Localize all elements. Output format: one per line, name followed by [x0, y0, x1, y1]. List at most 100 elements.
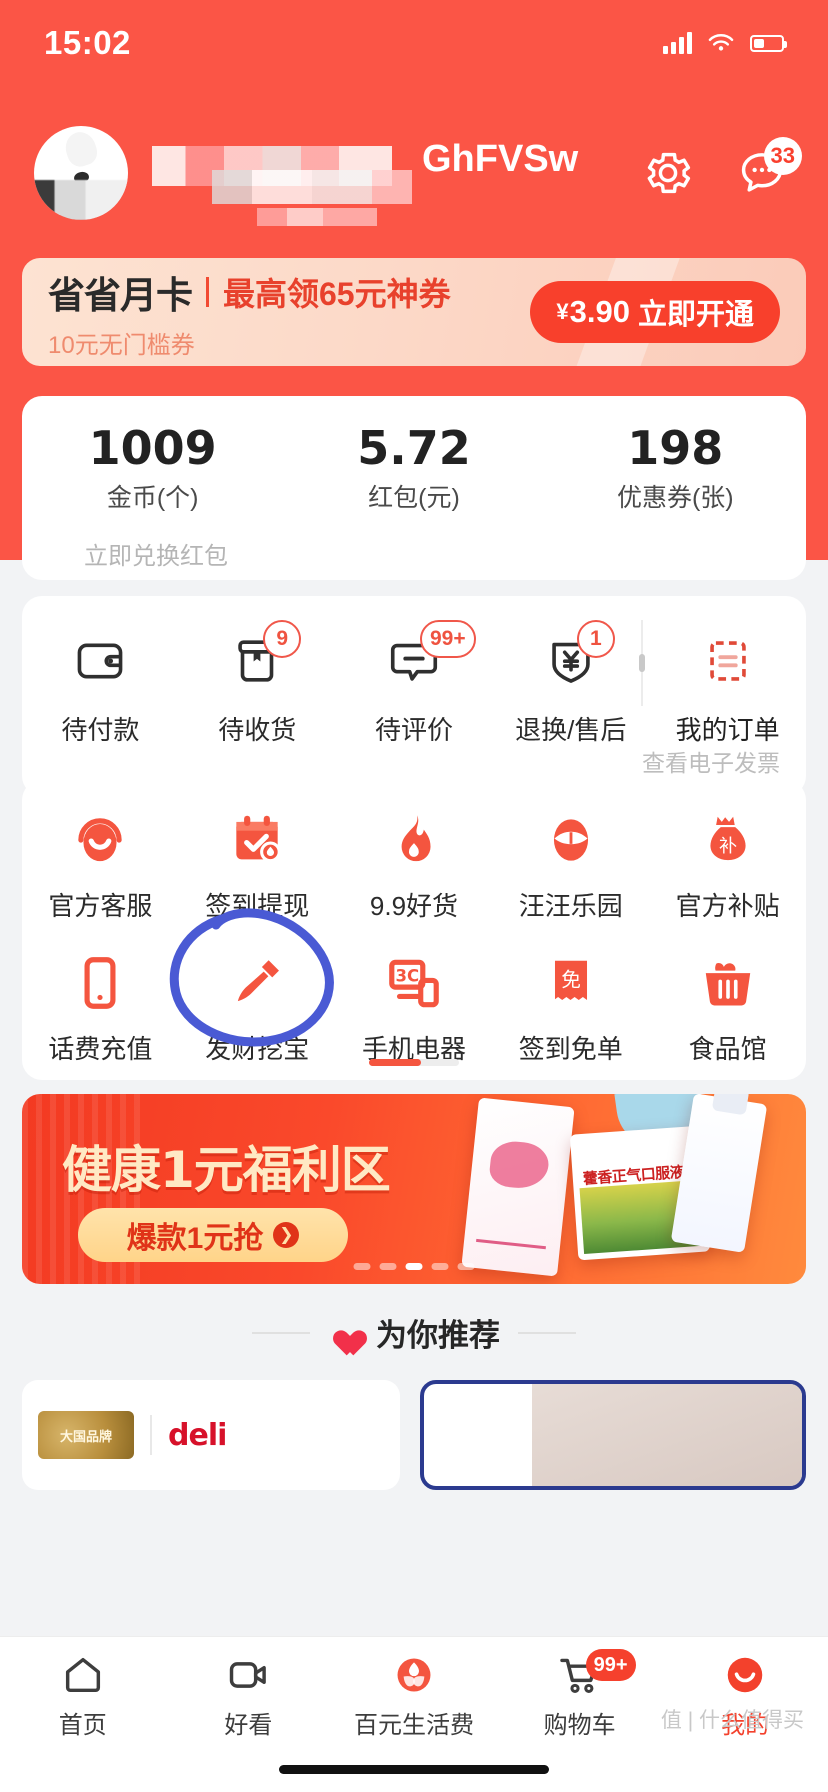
nickname-area[interactable]: GhFVSw	[152, 126, 642, 226]
order-label: 待收货	[218, 715, 297, 745]
service-item-signin-free-order[interactable]: 免 签到免单	[492, 947, 649, 1066]
service-label: 9.9好货	[369, 891, 459, 921]
month-card-banner[interactable]: 省省月卡 最高领65元神券 10元无门槛券 ¥3.90 立即开通	[22, 258, 806, 366]
phone-icon	[69, 947, 131, 1019]
service-item-signin-withdraw[interactable]: 签到提现	[179, 804, 336, 923]
brand-badge: 大国品牌	[38, 1411, 134, 1459]
home-icon	[65, 1657, 100, 1693]
chat-bubble-icon[interactable]: 33	[736, 137, 802, 199]
asset-label: 优惠券(张)	[616, 484, 734, 513]
order-label: 我的订单	[675, 715, 780, 745]
service-item-phone-recharge[interactable]: 话费充值	[22, 947, 179, 1066]
asset-item-coins[interactable]: 1009 金币(个)	[22, 424, 283, 514]
service-item-treasure-dig[interactable]: 发财挖宝	[179, 947, 336, 1066]
battery-icon	[750, 34, 787, 52]
asset-value: 5.72	[357, 421, 471, 475]
order-badge: 99+	[419, 620, 476, 658]
home-indicator	[279, 1765, 549, 1774]
brand-name: deli	[168, 1417, 227, 1453]
tab-cart[interactable]: 99+ 购物车	[497, 1637, 663, 1755]
promo-banner[interactable]: 藿香正气口服液 健康1元福利区 爆款1元抢 ❯	[22, 1094, 806, 1284]
order-item-unpaid[interactable]: 待付款	[22, 628, 179, 747]
service-label: 食品馆	[688, 1034, 767, 1064]
exchange-redpacket-link[interactable]: 立即兑换红包	[84, 536, 228, 571]
recommend-section-header: 为你推荐	[0, 1310, 828, 1355]
service-item-wangwang-park[interactable]: 汪汪乐园	[492, 804, 649, 923]
brand-badge-label: 大国品牌	[59, 1428, 112, 1444]
header-actions: 33	[642, 137, 802, 199]
flame-icon	[383, 804, 445, 876]
app-screen: 15:02 GhFVSw 33 省省月卡 最高领65元神券 10元无门槛券 ¥ …	[0, 0, 828, 1792]
tab-home[interactable]: 首页	[0, 1637, 166, 1755]
month-card-open-button[interactable]: ¥3.90 立即开通	[530, 281, 780, 343]
product-card-left[interactable]: 大国品牌 deli	[22, 1380, 400, 1490]
svg-text:3C: 3C	[395, 966, 419, 985]
assets-card: 1009 金币(个) 5.72 红包(元) 198 优惠券(张) 立即兑换红包	[22, 396, 806, 580]
order-badge: 9	[263, 620, 302, 658]
order-list-icon	[699, 628, 757, 694]
profile-header[interactable]: GhFVSw 33	[0, 118, 828, 228]
order-label: 待付款	[61, 715, 140, 745]
asset-value: 198	[627, 421, 724, 475]
e-invoice-link[interactable]: 查看电子发票	[642, 744, 780, 778]
tab-video[interactable]: 好看	[166, 1637, 332, 1755]
nickname-text: GhFVSw	[422, 138, 579, 180]
assets-row: 1009 金币(个) 5.72 红包(元) 198 优惠券(张)	[22, 396, 806, 514]
order-item-to-review[interactable]: 99+ 待评价	[336, 620, 493, 747]
flower-coin-icon	[397, 1658, 431, 1692]
order-label: 退换/售后	[515, 715, 627, 745]
tab-label: 首页	[58, 1712, 107, 1739]
service-item-food-hall[interactable]: 食品馆	[649, 947, 806, 1066]
order-item-after-sales[interactable]: 1 退换/售后	[492, 620, 649, 747]
asset-item-redpacket[interactable]: 5.72 红包(元)	[283, 424, 544, 514]
money-bag-icon: 补	[697, 804, 759, 876]
avatar[interactable]	[34, 126, 128, 220]
service-label: 发财挖宝	[205, 1034, 310, 1064]
services-row-2: 话费充值 发财挖宝 3C 手机电器 免 签到免单 食品馆	[22, 923, 806, 1066]
tab-label: 购物车	[543, 1712, 616, 1739]
service-item-phone-electronics[interactable]: 3C 手机电器	[336, 947, 493, 1066]
asset-label: 金币(个)	[106, 484, 199, 513]
service-item-official-subsidy[interactable]: 补 官方补贴	[649, 804, 806, 923]
service-item-99-deals[interactable]: 9.9好货	[336, 804, 493, 923]
orders-divider	[639, 620, 645, 706]
action-label: 立即开通	[637, 299, 754, 331]
order-item-my-orders[interactable]: 我的订单	[649, 628, 806, 747]
bottom-tab-bar: 首页 好看 百元生活费 99+ 购物车 我的 值 | 什么值得买	[0, 1636, 828, 1792]
service-label: 官方客服	[48, 891, 153, 921]
message-count-badge: 33	[763, 137, 802, 175]
services-scroll-indicator[interactable]	[369, 1059, 459, 1066]
service-label: 汪汪乐园	[518, 891, 623, 921]
service-item-customer-service[interactable]: 官方客服	[22, 804, 179, 923]
services-row-1: 官方客服 签到提现 9.9好货 汪汪乐园 补 官方补贴	[22, 780, 806, 923]
product-card-right[interactable]	[420, 1380, 806, 1490]
product-thumbnail	[532, 1384, 802, 1486]
service-label: 签到提现	[205, 891, 310, 921]
nickname-mosaic	[212, 170, 412, 204]
headset-icon	[69, 804, 131, 876]
tab-living-allowance[interactable]: 百元生活费	[331, 1637, 497, 1755]
asset-item-coupons[interactable]: 198 优惠券(张)	[545, 424, 806, 514]
gear-icon[interactable]	[642, 147, 694, 199]
watermark: 值 | 什么值得买	[660, 1709, 804, 1732]
month-card-subtitle: 最高领65元神券	[223, 275, 451, 312]
order-badge: 1	[576, 620, 615, 658]
asset-value: 1009	[88, 421, 217, 475]
cart-count-badge: 99+	[585, 1649, 636, 1681]
divider	[150, 1415, 152, 1455]
product-image-1	[461, 1097, 575, 1277]
order-label: 待评价	[374, 715, 453, 745]
tab-profile[interactable]: 我的	[662, 1637, 828, 1755]
video-icon	[230, 1662, 267, 1688]
orders-card: 待付款 9 待收货 99+ 待评价 1 退换/售后 我的订单 查看电子发票	[22, 596, 806, 796]
service-label: 话费充值	[48, 1034, 153, 1064]
order-item-to-receive[interactable]: 9 待收货	[179, 620, 336, 747]
carousel-dots[interactable]	[353, 1263, 475, 1270]
divider	[206, 276, 209, 307]
svg-text:补: 补	[719, 836, 737, 857]
promo-cta-button[interactable]: 爆款1元抢 ❯	[78, 1208, 348, 1262]
status-bar-indicators	[663, 32, 787, 54]
tab-label: 百元生活费	[353, 1712, 474, 1739]
tab-label: 好看	[224, 1712, 273, 1739]
status-bar-clock: 15:02	[44, 24, 131, 61]
